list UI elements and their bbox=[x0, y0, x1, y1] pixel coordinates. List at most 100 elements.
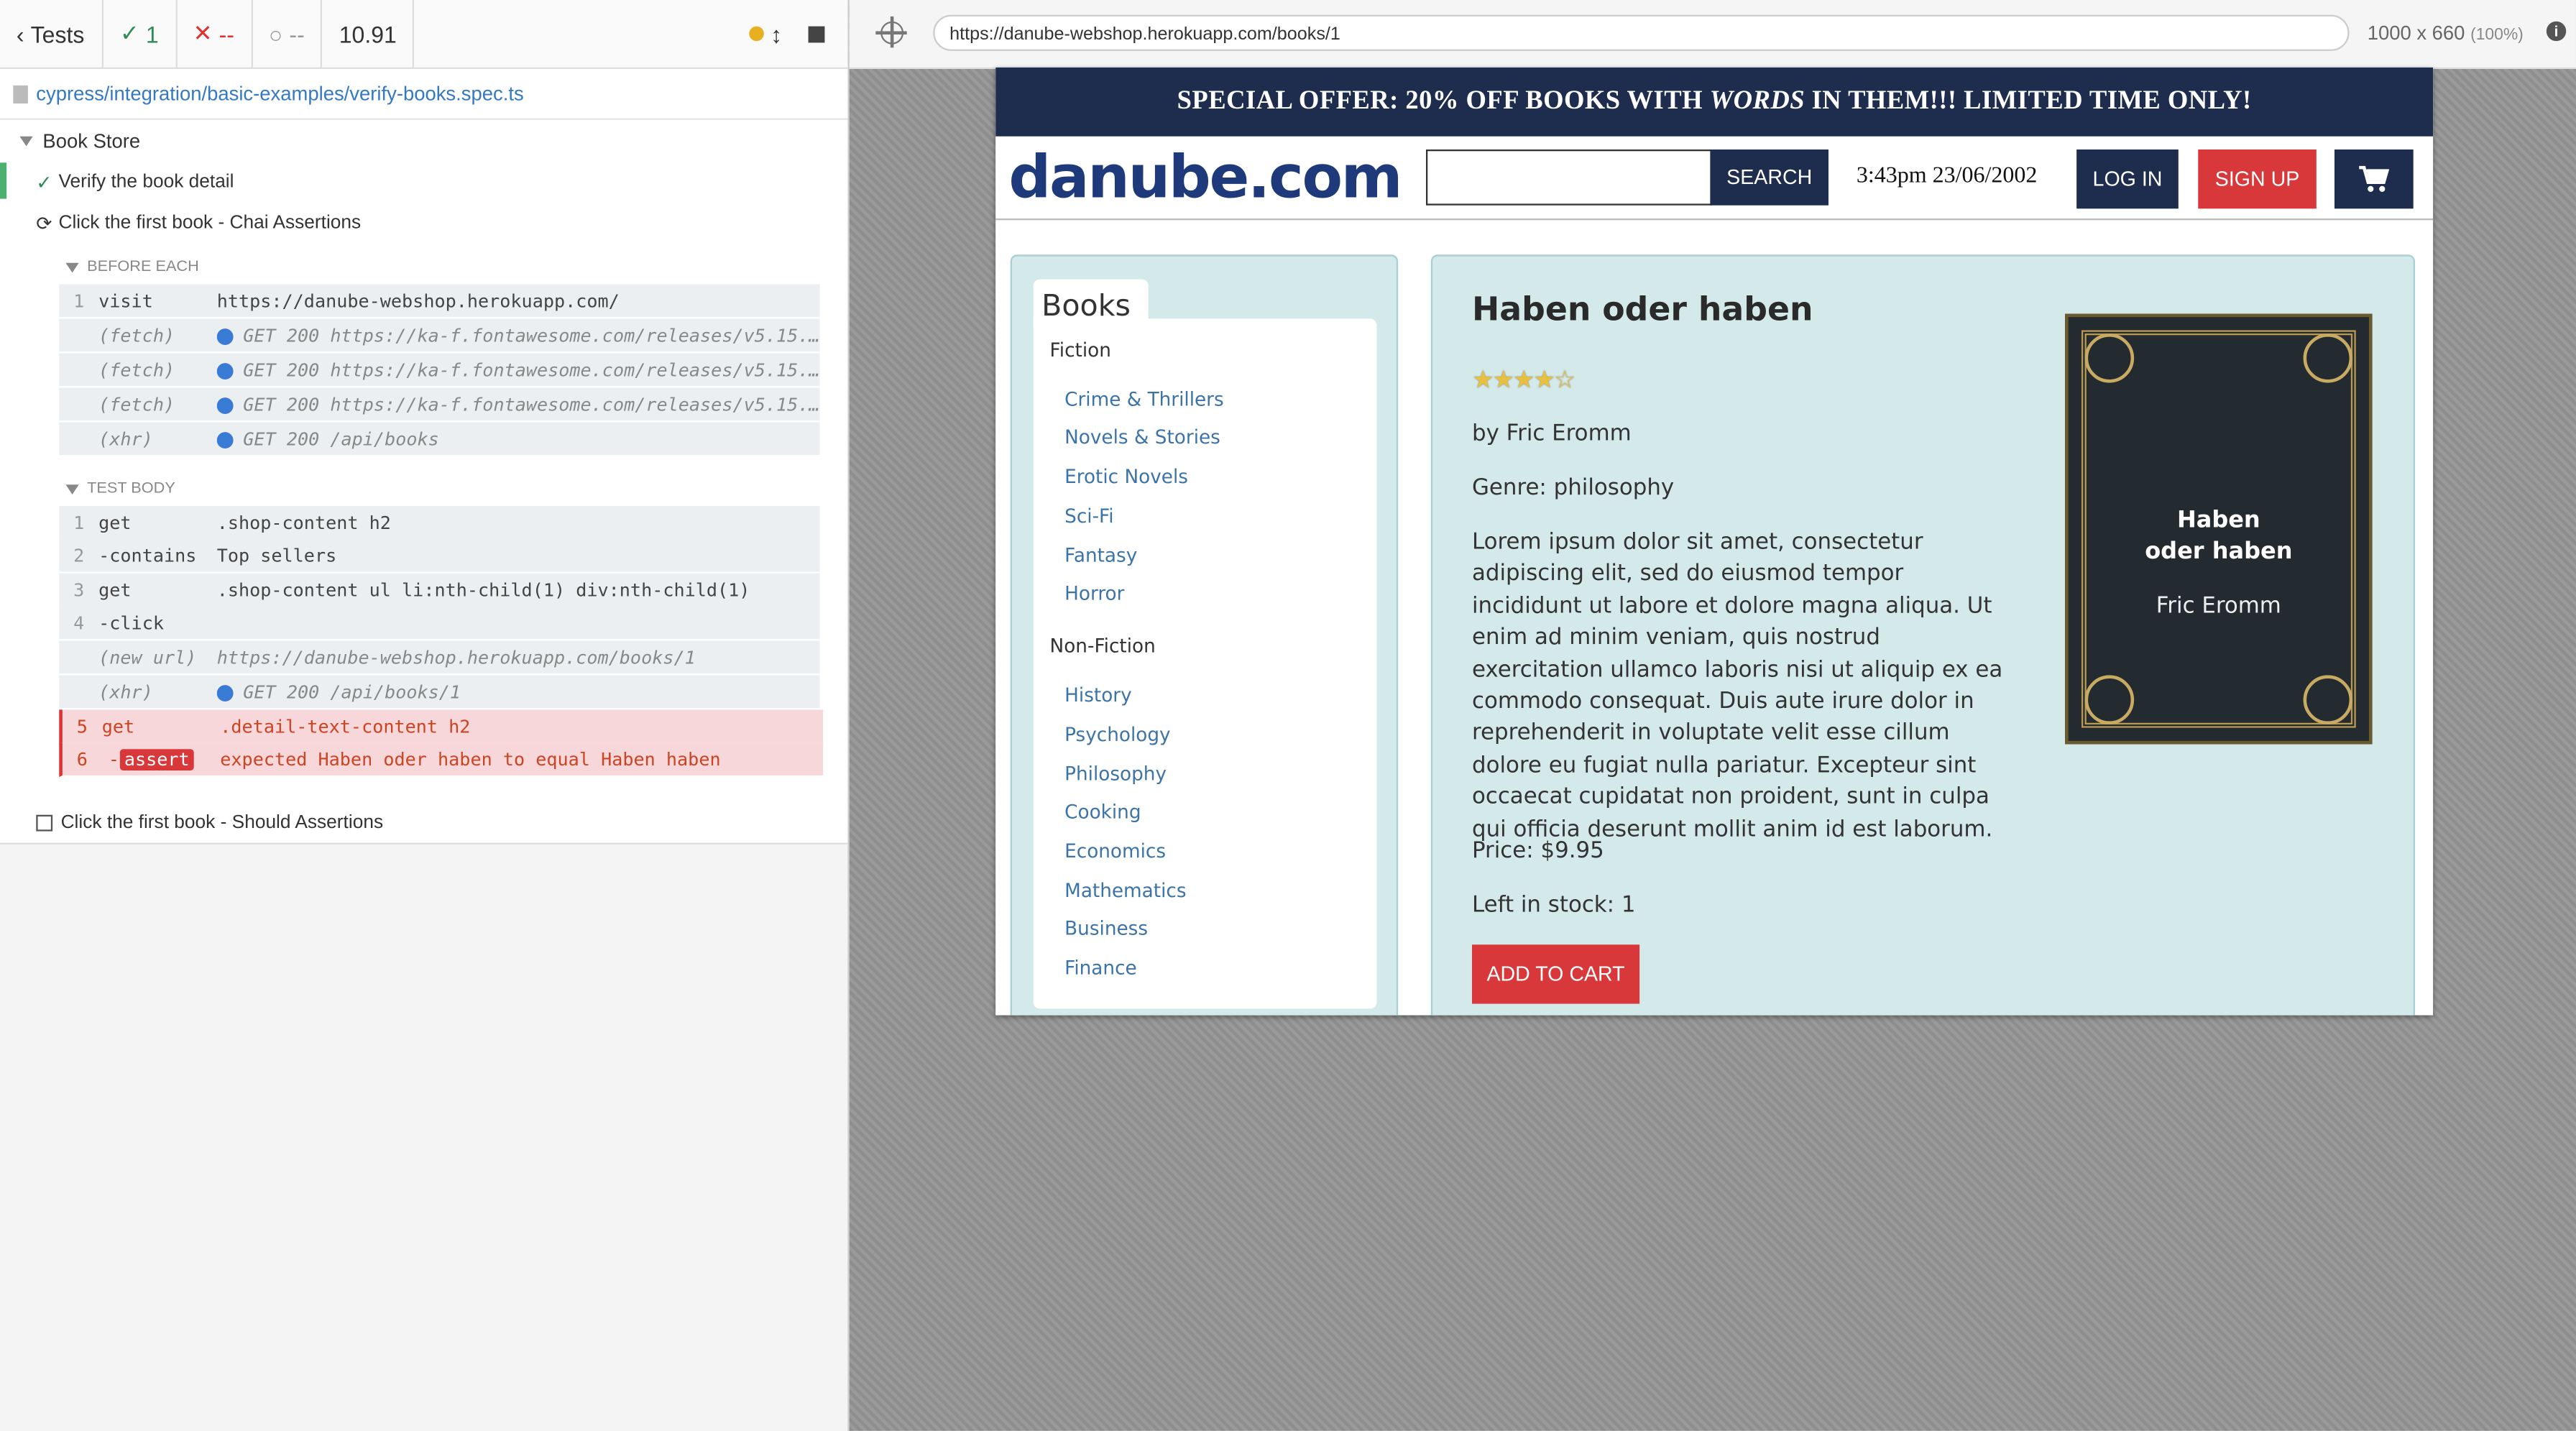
category-link[interactable]: Crime & Thrillers bbox=[1064, 387, 1224, 410]
before-each-hook[interactable]: BEFORE EACH bbox=[65, 258, 199, 276]
ornament-icon bbox=[2303, 333, 2353, 383]
rating-stars-icon: ★★★★☆ bbox=[1471, 364, 1576, 395]
command-row[interactable]: (fetch) GET 200 https://ka-f.fontawesome… bbox=[59, 387, 820, 423]
category-link[interactable]: Finance bbox=[1064, 956, 1137, 979]
passed-count: ✓ 1 bbox=[104, 0, 177, 68]
collapse-icon bbox=[65, 262, 79, 272]
request-dot-icon bbox=[216, 362, 234, 379]
book-author: by Fric Eromm bbox=[1471, 420, 1632, 447]
cart-icon bbox=[2359, 165, 2390, 192]
cover-title: Haben oder haben bbox=[2145, 507, 2293, 566]
collapse-icon bbox=[19, 136, 33, 147]
run-controls: ↕ bbox=[732, 0, 847, 68]
special-offer-banner: SPECIAL OFFER: 20% OFF BOOKS WITH WORDS … bbox=[995, 67, 2434, 137]
category-heading-nonfiction: Non-Fiction bbox=[1049, 634, 1156, 658]
category-link[interactable]: Fantasy bbox=[1064, 544, 1137, 567]
add-to-cart-button[interactable]: ADD TO CART bbox=[1471, 944, 1640, 1004]
site-header: danube.com SEARCH 3:43pm 23/06/2002 LOG … bbox=[995, 137, 2434, 221]
site-logo[interactable]: danube.com bbox=[1008, 144, 1402, 212]
app-under-test-pane: https://danube-webshop.herokuapp.com/boo… bbox=[849, 0, 2576, 1431]
command-row[interactable]: 3 get .shop-content ul li:nth-child(1) d… bbox=[59, 573, 820, 608]
chevron-left-icon: ‹ bbox=[16, 20, 24, 47]
cart-button[interactable] bbox=[2334, 149, 2414, 209]
book-title: Haben oder haben bbox=[1471, 289, 1813, 329]
books-sidebar: Books Fiction Crime & Thrillers Novels &… bbox=[1010, 254, 1399, 1016]
category-link[interactable]: Sci-Fi bbox=[1064, 505, 1113, 528]
login-button[interactable]: LOG IN bbox=[2076, 149, 2179, 209]
pending-square-icon bbox=[36, 814, 53, 832]
command-row-error[interactable]: 5 get .detail-text-content h2 bbox=[59, 709, 824, 745]
ornament-icon bbox=[2084, 333, 2135, 383]
category-link[interactable]: Horror bbox=[1064, 581, 1124, 604]
book-genre: Genre: philosophy bbox=[1471, 474, 1675, 502]
file-icon bbox=[13, 84, 28, 103]
book-detail: Haben oder haben ★★★★☆ by Fric Eromm Gen… bbox=[1430, 254, 2415, 1016]
danube-webshop-page: SPECIAL OFFER: 20% OFF BOOKS WITH WORDS … bbox=[995, 67, 2434, 1016]
x-icon: ✕ bbox=[193, 19, 213, 46]
command-row[interactable]: 1 get .shop-content h2 bbox=[59, 505, 820, 540]
assert-badge: assert bbox=[119, 748, 195, 770]
test-tree: Book Store ✓ Verify the book detail ⟳ Cl… bbox=[0, 119, 848, 845]
tests-button[interactable]: ‹ Tests bbox=[0, 0, 104, 68]
refresh-icon: ⟳ bbox=[36, 215, 52, 235]
command-row-error[interactable]: 6 - assert expected Haben oder haben to e… bbox=[59, 742, 824, 778]
running-indicator-icon bbox=[749, 26, 764, 42]
test-verify-book-detail[interactable]: ✓ Verify the book detail bbox=[36, 171, 234, 194]
request-dot-icon bbox=[216, 327, 234, 344]
signup-button[interactable]: SIGN UP bbox=[2198, 149, 2317, 209]
category-link[interactable]: Novels & Stories bbox=[1064, 425, 1220, 448]
browser-url-bar: https://danube-webshop.herokuapp.com/boo… bbox=[849, 0, 2576, 69]
command-row[interactable]: (xhr) GET 200 /api/books/1 bbox=[59, 675, 820, 710]
search-input[interactable] bbox=[1425, 149, 1712, 206]
info-icon[interactable]: i bbox=[2546, 21, 2567, 42]
ornament-icon bbox=[2084, 675, 2135, 724]
clock-text: 3:43pm 23/06/2002 bbox=[1856, 164, 2038, 189]
request-dot-icon bbox=[216, 396, 234, 413]
url-field[interactable]: https://danube-webshop.herokuapp.com/boo… bbox=[933, 14, 2350, 51]
category-link[interactable]: Economics bbox=[1064, 839, 1166, 862]
book-description: Lorem ipsum dolor sit amet, consectetur … bbox=[1471, 528, 2003, 842]
request-dot-icon bbox=[216, 431, 234, 448]
category-link[interactable]: Business bbox=[1064, 916, 1148, 939]
command-row[interactable]: (new url) https://danube-webshop.herokua… bbox=[59, 640, 820, 676]
book-price: Price: $9.95 bbox=[1471, 837, 1604, 865]
test-body-hook[interactable]: TEST BODY bbox=[65, 479, 175, 498]
book-cover-image: Haben oder haben Fric Eromm bbox=[2065, 313, 2373, 745]
command-row[interactable]: 2 -contains Top sellers bbox=[59, 538, 820, 574]
check-icon: ✓ bbox=[36, 174, 52, 194]
book-stock: Left in stock: 1 bbox=[1471, 892, 1636, 919]
test-chai-assertions[interactable]: ⟳ Click the first book - Chai Assertions bbox=[36, 212, 361, 235]
category-link[interactable]: Mathematics bbox=[1064, 879, 1186, 902]
category-panel: Fiction Crime & Thrillers Novels & Stori… bbox=[1033, 318, 1377, 1009]
auto-scroll-icon[interactable]: ↕ bbox=[770, 21, 782, 47]
cover-author: Fric Eromm bbox=[2156, 593, 2281, 620]
command-row[interactable]: (fetch) GET 200 https://ka-f.fontawesome… bbox=[59, 353, 820, 388]
category-heading-fiction: Fiction bbox=[1049, 338, 1111, 362]
viewport-size: 1000 x 660 (100%) bbox=[2367, 21, 2524, 45]
command-row[interactable]: 4 -click bbox=[59, 606, 820, 641]
collapse-icon bbox=[65, 484, 79, 494]
request-dot-icon bbox=[216, 684, 234, 701]
test-should-assertions[interactable]: Click the first book - Should Assertions bbox=[36, 813, 383, 833]
command-row[interactable]: (fetch) GET 200 https://ka-f.fontawesome… bbox=[59, 318, 820, 354]
pass-bar bbox=[0, 162, 7, 199]
category-link[interactable]: Philosophy bbox=[1064, 763, 1167, 786]
ornament-icon bbox=[2303, 675, 2353, 724]
circle-icon: ○ bbox=[268, 20, 283, 47]
category-link[interactable]: Erotic Novels bbox=[1064, 465, 1188, 488]
spec-path[interactable]: cypress/integration/basic-examples/verif… bbox=[0, 68, 848, 120]
command-row[interactable]: (xhr) GET 200 /api/books bbox=[59, 422, 820, 457]
suite-book-store[interactable]: Book Store bbox=[19, 130, 140, 153]
category-link[interactable]: Cooking bbox=[1064, 800, 1141, 823]
stop-icon[interactable] bbox=[808, 25, 825, 42]
failed-count: ✕ -- bbox=[177, 0, 253, 68]
reporter-stats-bar: ‹ Tests ✓ 1 ✕ -- ○ -- 10.91 ↕ bbox=[0, 0, 848, 69]
duration: 10.91 bbox=[323, 0, 415, 68]
category-link[interactable]: History bbox=[1064, 684, 1132, 707]
category-link[interactable]: Psychology bbox=[1064, 723, 1170, 746]
command-row[interactable]: 1 visit https://danube-webshop.herokuapp… bbox=[59, 284, 820, 319]
check-icon: ✓ bbox=[119, 19, 139, 46]
search-button[interactable]: SEARCH bbox=[1710, 149, 1828, 206]
selector-playground-icon[interactable] bbox=[875, 16, 907, 48]
pending-count: ○ -- bbox=[252, 0, 323, 68]
